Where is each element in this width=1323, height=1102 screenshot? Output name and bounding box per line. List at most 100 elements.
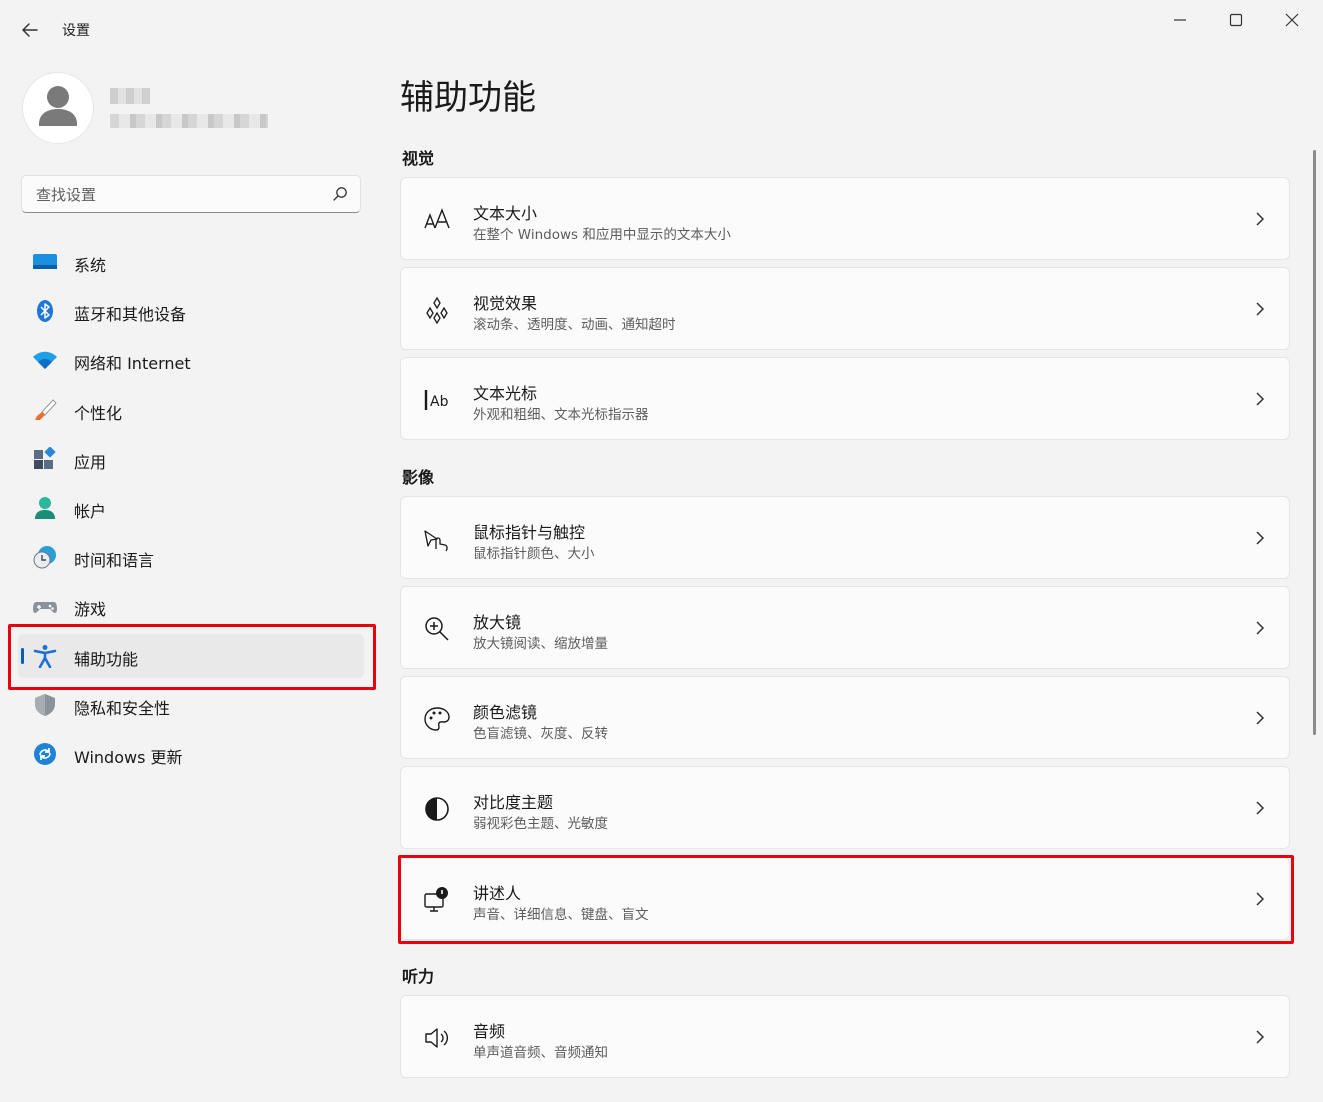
- sidebar-item-label: 帐户: [74, 501, 107, 521]
- shield-icon: [35, 693, 55, 716]
- card-title: 文本大小: [473, 204, 538, 223]
- sidebar-item-label: 网络和 Internet: [74, 354, 191, 374]
- app-title: 设置: [62, 23, 90, 39]
- chevron-right-icon: [1256, 302, 1265, 316]
- card-title: 对比度主题: [473, 793, 554, 812]
- card-visual-effects[interactable]: 视觉效果 滚动条、透明度、动画、通知超时: [400, 267, 1290, 350]
- card-title: 讲述人: [473, 884, 522, 903]
- magnifier-icon: [425, 617, 449, 641]
- card-subtitle: 鼠标指针颜色、大小: [473, 546, 595, 562]
- card-narrator[interactable]: 讲述人 声音、详细信息、键盘、盲文: [400, 857, 1290, 940]
- time-language-icon: [33, 546, 56, 569]
- scrollbar[interactable]: [1313, 150, 1316, 735]
- sidebar-item-accessibility[interactable]: 辅助功能: [18, 633, 364, 678]
- sidebar-item-label: 游戏: [74, 600, 107, 620]
- sidebar-item-label: 应用: [74, 452, 107, 472]
- mouse-pointer-icon: [424, 530, 448, 552]
- sidebar-item-gaming[interactable]: 游戏: [8, 584, 376, 628]
- sidebar-item-bluetooth[interactable]: 蓝牙和其他设备: [8, 289, 376, 333]
- user-profile[interactable]: [22, 72, 362, 148]
- card-subtitle: 声音、详细信息、键盘、盲文: [473, 907, 649, 923]
- account-icon: [35, 496, 55, 519]
- user-name-redacted: [110, 88, 150, 104]
- wifi-icon: [33, 352, 57, 370]
- card-contrast-themes[interactable]: 对比度主题 弱视彩色主题、光敏度: [400, 766, 1290, 849]
- audio-icon: [425, 1028, 448, 1048]
- sidebar-item-windows-update[interactable]: Windows 更新: [8, 732, 376, 776]
- card-audio[interactable]: 音频 单声道音频、音频通知: [400, 995, 1290, 1078]
- user-avatar-icon: [39, 86, 77, 126]
- chevron-right-icon: [1256, 212, 1265, 226]
- avatar: [22, 72, 94, 144]
- sidebar-item-label: 个性化: [74, 403, 123, 423]
- minimize-icon: [1174, 19, 1186, 21]
- card-color-filters[interactable]: 颜色滤镜 色盲滤镜、灰度、反转: [400, 676, 1290, 759]
- sidebar-item-label: 蓝牙和其他设备: [74, 305, 187, 325]
- bluetooth-icon: [37, 300, 53, 323]
- chevron-right-icon: [1256, 621, 1265, 635]
- page-title: 辅助功能: [400, 78, 536, 118]
- card-subtitle: 单声道音频、音频通知: [473, 1045, 608, 1061]
- user-email-redacted: [110, 114, 268, 128]
- card-subtitle: 滚动条、透明度、动画、通知超时: [473, 317, 676, 333]
- card-subtitle: 在整个 Windows 和应用中显示的文本大小: [473, 227, 731, 243]
- close-icon: [1285, 13, 1299, 27]
- close-button[interactable]: [1272, 8, 1312, 32]
- color-filter-icon: [424, 707, 450, 731]
- card-text-cursor[interactable]: Ab 文本光标 外观和粗细、文本光标指示器: [400, 357, 1290, 440]
- chevron-right-icon: [1256, 801, 1265, 815]
- chevron-right-icon: [1256, 1030, 1265, 1044]
- sidebar-item-privacy[interactable]: 隐私和安全性: [8, 683, 376, 727]
- card-text-size[interactable]: 文本大小 在整个 Windows 和应用中显示的文本大小: [400, 177, 1290, 260]
- maximize-icon: [1229, 13, 1243, 27]
- sidebar-item-network[interactable]: 网络和 Internet: [8, 338, 376, 382]
- sidebar-item-system[interactable]: 系统: [8, 240, 376, 284]
- card-subtitle: 外观和粗细、文本光标指示器: [473, 407, 649, 423]
- card-subtitle: 放大镜阅读、缩放增量: [473, 636, 608, 652]
- back-arrow-icon: [22, 23, 38, 37]
- sidebar-item-time-language[interactable]: 时间和语言: [8, 535, 376, 579]
- chevron-right-icon: [1256, 392, 1265, 406]
- section-title-hearing: 听力: [402, 967, 435, 986]
- gamepad-icon: [33, 602, 57, 614]
- sidebar-item-accounts[interactable]: 帐户: [8, 486, 376, 530]
- sidebar-item-personalization[interactable]: 个性化: [8, 388, 376, 432]
- svg-text:Ab: Ab: [430, 394, 449, 410]
- title-bar: 设置: [0, 0, 1323, 58]
- card-magnifier[interactable]: 放大镜 放大镜阅读、缩放增量: [400, 586, 1290, 669]
- sidebar-item-label: 隐私和安全性: [74, 698, 171, 718]
- sidebar-item-apps[interactable]: 应用: [8, 437, 376, 481]
- sidebar-item-label: 系统: [74, 256, 107, 275]
- windows-update-icon: [34, 742, 56, 765]
- card-title: 文本光标: [473, 384, 538, 403]
- contrast-icon: [425, 797, 449, 821]
- search-box[interactable]: [21, 175, 361, 214]
- accessibility-icon: [33, 644, 57, 668]
- maximize-button[interactable]: [1216, 8, 1256, 32]
- card-subtitle: 色盲滤镜、灰度、反转: [473, 726, 608, 742]
- card-title: 颜色滤镜: [473, 703, 538, 722]
- card-mouse-pointer[interactable]: 鼠标指针与触控 鼠标指针颜色、大小: [400, 496, 1290, 579]
- chevron-right-icon: [1256, 711, 1265, 725]
- chevron-right-icon: [1256, 531, 1265, 545]
- selection-indicator: [21, 647, 24, 664]
- chevron-right-icon: [1256, 892, 1265, 906]
- section-title-imaging: 影像: [402, 468, 435, 487]
- back-button[interactable]: [18, 18, 42, 42]
- sidebar-nav: 系统 蓝牙和其他设备 网络和 Internet 个性化 应用 帐户 时间和语言 …: [8, 240, 376, 781]
- card-title: 鼠标指针与触控: [473, 523, 586, 542]
- search-input[interactable]: [34, 176, 328, 214]
- visual-effects-icon: [426, 296, 448, 324]
- sidebar-item-label: Windows 更新: [74, 747, 183, 767]
- minimize-button[interactable]: [1160, 8, 1200, 32]
- paint-brush-icon: [35, 398, 57, 420]
- system-icon: [33, 254, 57, 269]
- sidebar-item-label: 辅助功能: [74, 649, 139, 669]
- text-cursor-icon: Ab: [424, 390, 449, 410]
- card-title: 视觉效果: [473, 294, 538, 313]
- narrator-icon: [424, 887, 448, 912]
- apps-icon: [34, 446, 56, 469]
- search-icon[interactable]: [332, 186, 348, 202]
- card-subtitle: 弱视彩色主题、光敏度: [473, 816, 608, 832]
- sidebar-item-label: 时间和语言: [74, 551, 155, 571]
